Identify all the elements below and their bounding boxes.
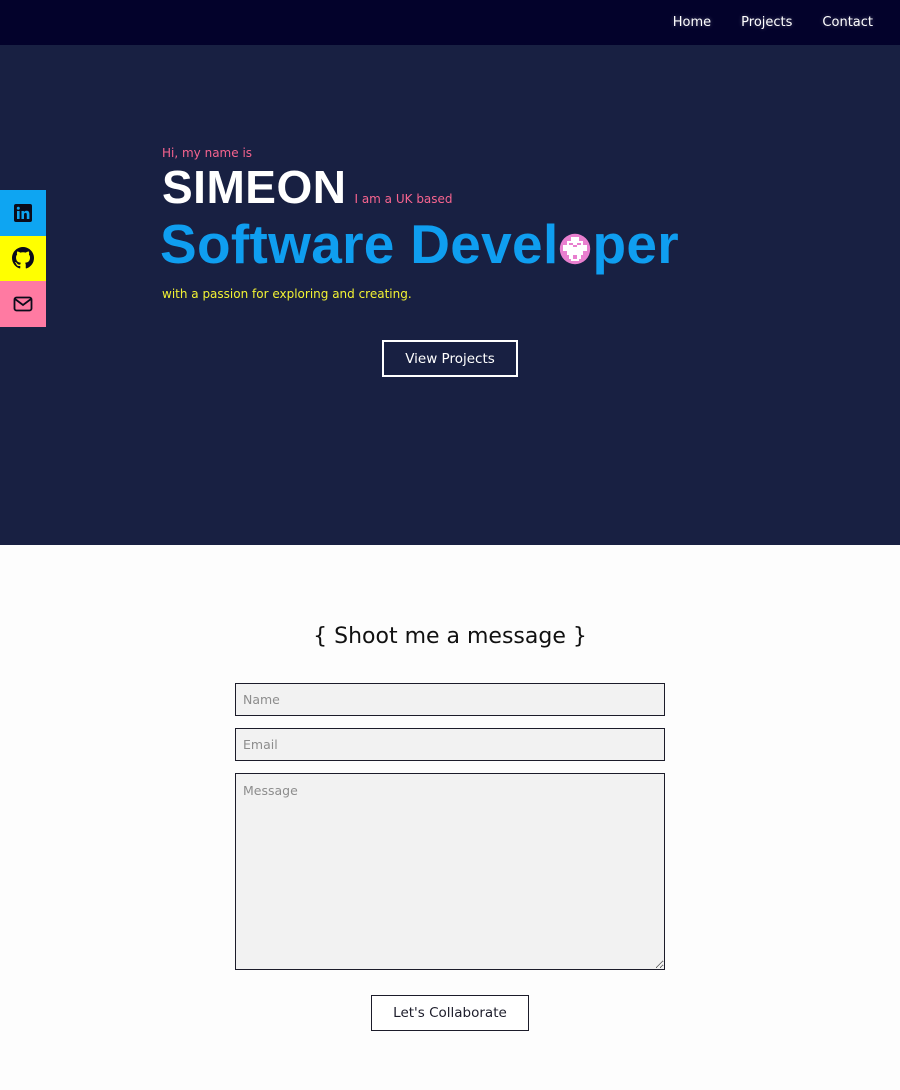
nav-projects-link[interactable]: Projects — [741, 15, 792, 30]
pixel-creature-icon — [560, 233, 591, 265]
greeting-text: Hi, my name is — [162, 146, 253, 160]
top-navbar: Home Projects Contact — [0, 0, 900, 45]
collaborate-button[interactable]: Let's Collaborate — [371, 995, 529, 1031]
nav-home-link[interactable]: Home — [673, 15, 711, 30]
hero-name: SIMEON — [162, 161, 347, 213]
linkedin-button[interactable] — [0, 190, 46, 236]
linkedin-icon — [14, 203, 32, 222]
github-icon — [12, 247, 34, 269]
location-text: I am a UK based — [354, 192, 453, 206]
hero-section — [0, 45, 900, 545]
nav-contact-link[interactable]: Contact — [822, 15, 873, 30]
name-row: SIMEON I am a UK based — [162, 160, 453, 214]
title-end: per — [592, 213, 679, 275]
name-field[interactable] — [235, 683, 665, 716]
view-projects-button[interactable]: View Projects — [382, 340, 518, 377]
hero-tagline: with a passion for exploring and creatin… — [162, 287, 412, 301]
hero-title: Software Develo per — [160, 212, 679, 276]
github-button[interactable] — [0, 235, 46, 281]
mail-icon — [13, 296, 33, 312]
title-start: Software Devel — [160, 213, 559, 275]
mail-button[interactable] — [0, 281, 46, 327]
contact-heading: { Shoot me a message } — [313, 624, 587, 649]
email-field[interactable] — [235, 728, 665, 761]
social-sidebar — [0, 190, 46, 327]
title-o-char: o — [559, 212, 593, 276]
message-field[interactable] — [235, 773, 665, 970]
